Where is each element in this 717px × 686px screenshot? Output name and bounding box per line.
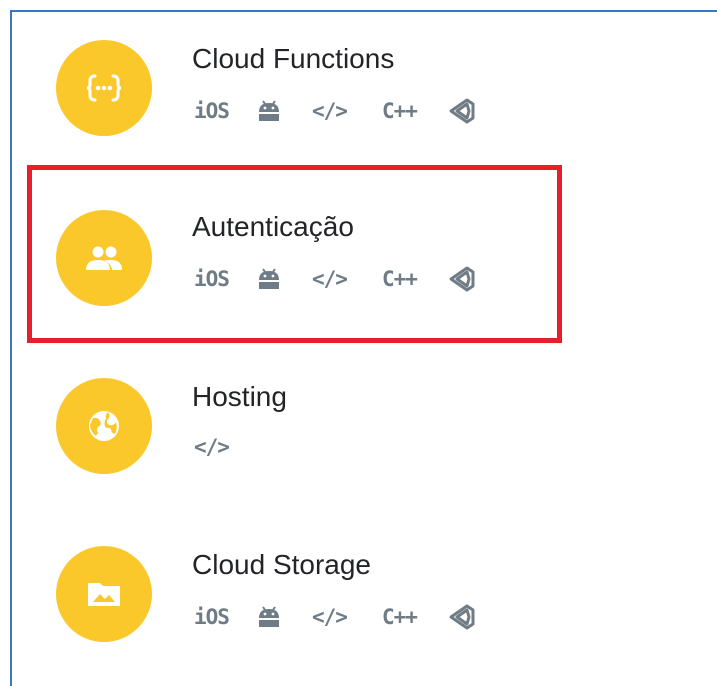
- ios-icon[interactable]: iOS: [194, 600, 230, 634]
- product-title[interactable]: Hosting: [192, 380, 287, 414]
- globe-icon: [56, 378, 152, 474]
- folder-image-icon: [56, 546, 152, 642]
- unity-icon[interactable]: [447, 600, 477, 634]
- cpp-icon[interactable]: C++: [382, 600, 418, 634]
- ios-icon[interactable]: iOS: [194, 94, 230, 128]
- unity-icon[interactable]: [447, 94, 477, 128]
- android-icon[interactable]: [256, 600, 282, 634]
- functions-icon: [56, 40, 152, 136]
- web-code-icon[interactable]: </>: [312, 600, 348, 634]
- selection-highlight: [27, 165, 562, 343]
- product-item-hosting[interactable]: Hosting </>: [0, 368, 717, 508]
- product-item-cloud-functions[interactable]: Cloud Functions iOS </> C++: [0, 30, 717, 170]
- cpp-icon[interactable]: C++: [382, 94, 418, 128]
- web-code-icon[interactable]: </>: [194, 430, 230, 464]
- android-icon[interactable]: [256, 94, 282, 128]
- web-code-icon[interactable]: </>: [312, 94, 348, 128]
- product-title[interactable]: Cloud Functions: [192, 42, 394, 76]
- product-title[interactable]: Cloud Storage: [192, 548, 371, 582]
- product-item-cloud-storage[interactable]: Cloud Storage iOS </> C++: [0, 536, 717, 676]
